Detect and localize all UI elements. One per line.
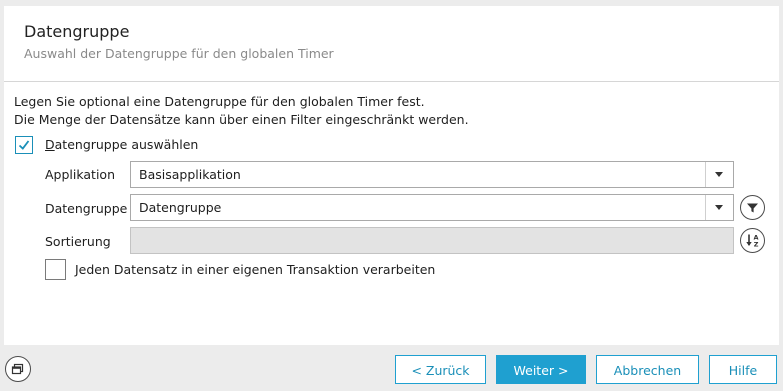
datagroup-label: Datengruppe	[45, 201, 128, 216]
chevron-down-icon[interactable]	[705, 162, 733, 187]
sorting-field	[130, 227, 734, 254]
checkmark-icon	[18, 140, 30, 150]
sorting-label: Sortierung	[45, 234, 111, 249]
transaction-checkbox[interactable]	[45, 259, 66, 280]
sort-az-icon: A Z	[746, 234, 759, 249]
select-datagroup-label-text: atengruppe auswählen	[54, 137, 199, 152]
application-label: Applikation	[45, 167, 115, 182]
application-select[interactable]: Basisapplikation	[130, 161, 734, 188]
transaction-label[interactable]: Jeden Datensatz in einer eigenen Transak…	[75, 262, 435, 277]
select-datagroup-checkbox[interactable]	[15, 136, 33, 154]
cancel-button[interactable]: Abbrechen	[596, 355, 699, 384]
description-line-1: Legen Sie optional eine Datengruppe für …	[14, 94, 425, 109]
next-button[interactable]: Weiter >	[496, 355, 586, 384]
window-icon	[11, 363, 24, 375]
svg-text:Z: Z	[754, 241, 759, 249]
filter-icon	[747, 203, 758, 213]
select-datagroup-label[interactable]: Datengruppe auswählen	[45, 137, 198, 152]
page-title: Datengruppe	[24, 22, 130, 41]
datagroup-select-value: Datengruppe	[139, 200, 222, 215]
sort-button[interactable]: A Z	[740, 228, 765, 253]
window-button[interactable]	[5, 356, 31, 382]
select-datagroup-mnemonic: D	[45, 137, 55, 152]
wizard-header: Datengruppe Auswahl der Datengruppe für …	[4, 6, 779, 82]
description-line-2: Die Menge der Datensätze kann über einen…	[14, 112, 469, 127]
back-button[interactable]: < Zurück	[395, 355, 486, 384]
help-button[interactable]: Hilfe	[709, 355, 777, 384]
chevron-down-icon[interactable]	[705, 195, 733, 220]
wizard-panel: Datengruppe Auswahl der Datengruppe für …	[4, 6, 779, 345]
filter-button[interactable]	[740, 195, 765, 220]
datagroup-select[interactable]: Datengruppe	[130, 194, 734, 221]
application-select-value: Basisapplikation	[139, 167, 241, 182]
page-subtitle: Auswahl der Datengruppe für den globalen…	[24, 46, 334, 61]
